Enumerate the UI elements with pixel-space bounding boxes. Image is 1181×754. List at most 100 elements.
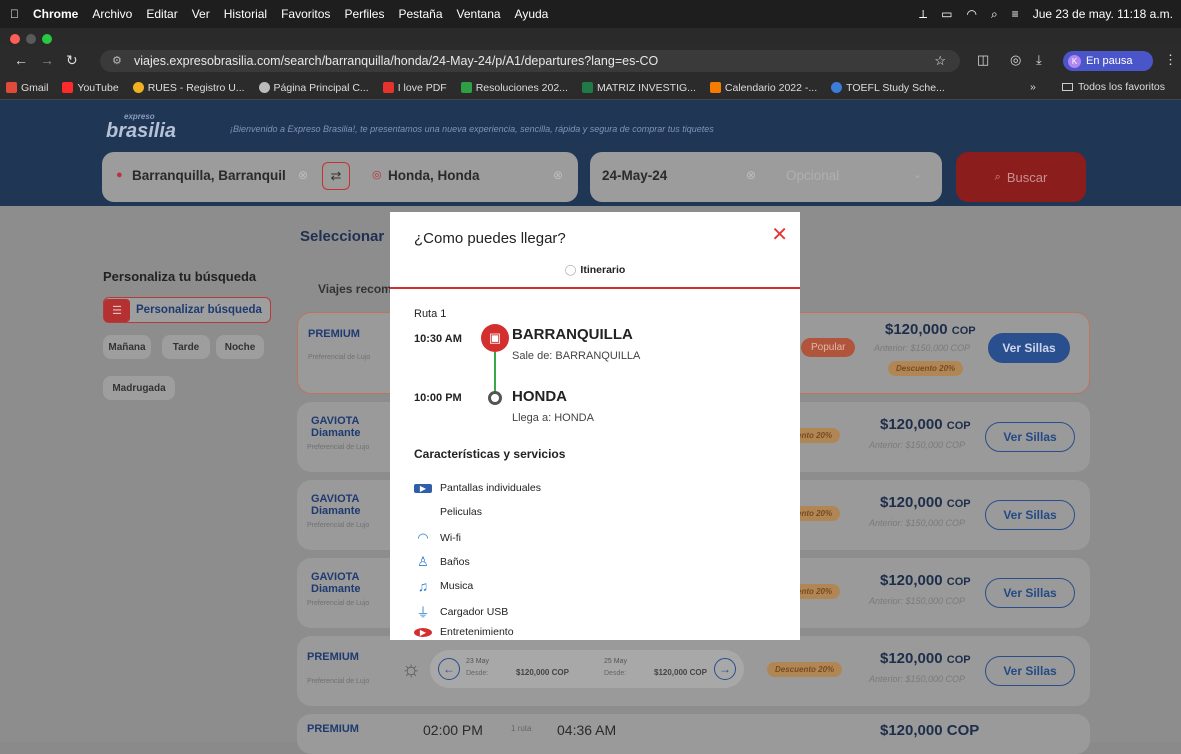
more-bookmarks-icon[interactable]: » [1030, 81, 1036, 93]
site-header: expreso brasilia ¡Bienvenido a Expreso B… [0, 100, 1181, 206]
close-icon[interactable]: ✕ [771, 222, 788, 247]
brand-subtitle: Preferencial de Lujo [308, 354, 371, 361]
menu-perfiles[interactable]: Perfiles [344, 7, 384, 21]
date-input[interactable]: 24-May-24 [602, 168, 667, 183]
rues-icon [132, 82, 144, 93]
prev-date[interactable]: 23 May [466, 658, 489, 665]
see-seats-button[interactable]: Ver Sillas [985, 656, 1075, 686]
forward-icon[interactable]: → [40, 52, 54, 68]
gmail-icon [6, 82, 17, 93]
profile-button[interactable]: K En pausa [1063, 51, 1153, 71]
close-window-icon[interactable] [10, 34, 20, 44]
next-date[interactable]: 25 May [604, 658, 627, 665]
apple-icon[interactable]:  [10, 7, 19, 21]
trip-price: $120,000 COP [880, 494, 971, 511]
menu-kebab-icon[interactable]: ⋮ [1164, 52, 1177, 68]
logo[interactable]: brasilia [106, 120, 176, 143]
tab-itinerary[interactable]: ◯ Itinerario [390, 264, 800, 276]
services-heading: Características y servicios [414, 447, 566, 461]
filter-manana[interactable]: Mañana [103, 335, 151, 359]
menu-editar[interactable]: Editar [146, 7, 177, 21]
reload-icon[interactable]: ↻ [66, 52, 78, 69]
see-seats-button[interactable]: Ver Sillas [985, 422, 1075, 452]
bookmark-toefl[interactable]: TOEFL Study Sche... [831, 82, 945, 94]
bookmark-ilovepdf[interactable]: I love PDF [382, 82, 447, 94]
next-day-button[interactable]: → [714, 658, 736, 680]
see-seats-button[interactable]: Ver Sillas [985, 500, 1075, 530]
bookmark-star-icon[interactable]: ☆ [934, 53, 946, 69]
personalize-heading: Personaliza tu búsqueda [103, 269, 257, 284]
bookmark-resoluciones[interactable]: Resoluciones 202... [460, 82, 568, 94]
menu-historial[interactable]: Historial [224, 7, 267, 21]
see-seats-button[interactable]: Ver Sillas [988, 333, 1070, 363]
search-icon: ⌕ [994, 170, 1001, 183]
menu-chrome[interactable]: Chrome [33, 7, 78, 21]
menu-ayuda[interactable]: Ayuda [515, 7, 549, 21]
bookmark-rues[interactable]: RUES - Registro U... [132, 82, 245, 94]
chevron-down-icon[interactable]: ⌄ [913, 168, 922, 181]
datetime[interactable]: Jue 23 de may. 11:18 a.m. [1033, 7, 1173, 21]
menu-ver[interactable]: Ver [192, 7, 210, 21]
battery-icon[interactable]: ▭ [941, 7, 952, 21]
price-currency: COP [951, 325, 976, 337]
brand-subtitle: Preferencial de Lujo [307, 444, 370, 451]
menu-ventana[interactable]: Ventana [457, 7, 501, 21]
extensions-icon[interactable]: ◫ [977, 52, 989, 68]
menu-pestana[interactable]: Pestaña [398, 7, 442, 21]
clear-date-icon[interactable]: ⊗ [746, 168, 756, 182]
site-info-icon[interactable]: ⚙ [112, 54, 122, 67]
media-icon[interactable]: ◎ [1010, 52, 1021, 68]
search-icon[interactable]: ⌕ [991, 7, 998, 22]
destination-input[interactable]: Honda, Honda [388, 168, 480, 183]
maximize-window-icon[interactable] [42, 34, 52, 44]
trip-card-6[interactable]: PREMIUM 02:00 PM 1 ruta 04:36 AM $120,00… [297, 714, 1090, 754]
select-heading: Seleccionar [300, 228, 385, 245]
discount-badge: Descuento 20% [767, 662, 843, 677]
route-label: Ruta 1 [414, 308, 447, 320]
globe-icon [258, 82, 270, 93]
origin-input[interactable]: Barranquilla, Barranquil [132, 168, 286, 183]
tab-strip [0, 28, 1181, 46]
prev-day-button[interactable]: ← [438, 658, 460, 680]
filter-noche[interactable]: Noche [216, 335, 264, 359]
wifi-icon[interactable]: ◠ [966, 7, 976, 21]
folder-icon [1062, 83, 1073, 91]
control-center-icon[interactable]: ≡ [1012, 7, 1019, 21]
menu-archivo[interactable]: Archivo [92, 7, 132, 21]
swap-button[interactable]: ⇄ [322, 162, 350, 190]
prev-date-price: $120,000 COP [516, 668, 569, 677]
download-icon[interactable]: ⤓ [1036, 52, 1042, 68]
profile-label: En pausa [1086, 55, 1133, 67]
search-button[interactable]: ⌕ Buscar [956, 152, 1086, 202]
address-bar[interactable]: ⚙ viajes.expresobrasilia.com/search/barr… [100, 50, 960, 72]
bookmark-gmail[interactable]: Gmail [6, 82, 48, 94]
brand-gaviota: GAVIOTA [311, 571, 360, 583]
prev-from-label: Desde: [466, 670, 489, 677]
trip-price: $120,000 COP [880, 416, 971, 433]
airplay-icon[interactable]: ⟂ [919, 7, 927, 22]
personalize-button[interactable]: ☰ Personalizar búsqueda [103, 297, 271, 323]
excel-icon [581, 82, 593, 93]
bookmarks-bar: Gmail YouTube RUES - Registro U... Págin… [0, 76, 1181, 100]
minimize-window-icon[interactable] [26, 34, 36, 44]
return-date-input[interactable]: Opcional [786, 168, 839, 183]
filter-tarde[interactable]: Tarde [162, 335, 210, 359]
clear-origin-icon[interactable]: ⊗ [298, 168, 308, 182]
back-icon[interactable]: ← [14, 52, 28, 68]
filter-madrugada[interactable]: Madrugada [103, 376, 175, 400]
price-value: $120,000 [880, 494, 943, 511]
restroom-icon: ♙ [417, 554, 429, 569]
clear-destination-icon[interactable]: ⊗ [553, 168, 563, 182]
bookmark-pagina-principal[interactable]: Página Principal C... [258, 82, 369, 94]
modal-title: ¿Como puedes llegar? [414, 230, 566, 247]
service-item: ♙ Baños [414, 554, 470, 570]
menu-favoritos[interactable]: Favoritos [281, 7, 330, 21]
bookmark-youtube[interactable]: YouTube [62, 82, 119, 94]
youtube-icon [62, 82, 74, 93]
departure-detail: Sale de: BARRANQUILLA [512, 350, 641, 362]
bookmark-matriz[interactable]: MATRIZ INVESTIG... [581, 82, 696, 94]
see-seats-button[interactable]: Ver Sillas [985, 578, 1075, 608]
heart-icon [382, 82, 394, 93]
bookmark-calendario[interactable]: Calendario 2022 -... [709, 82, 817, 94]
all-bookmarks[interactable]: Todos los favoritos [1062, 81, 1165, 93]
